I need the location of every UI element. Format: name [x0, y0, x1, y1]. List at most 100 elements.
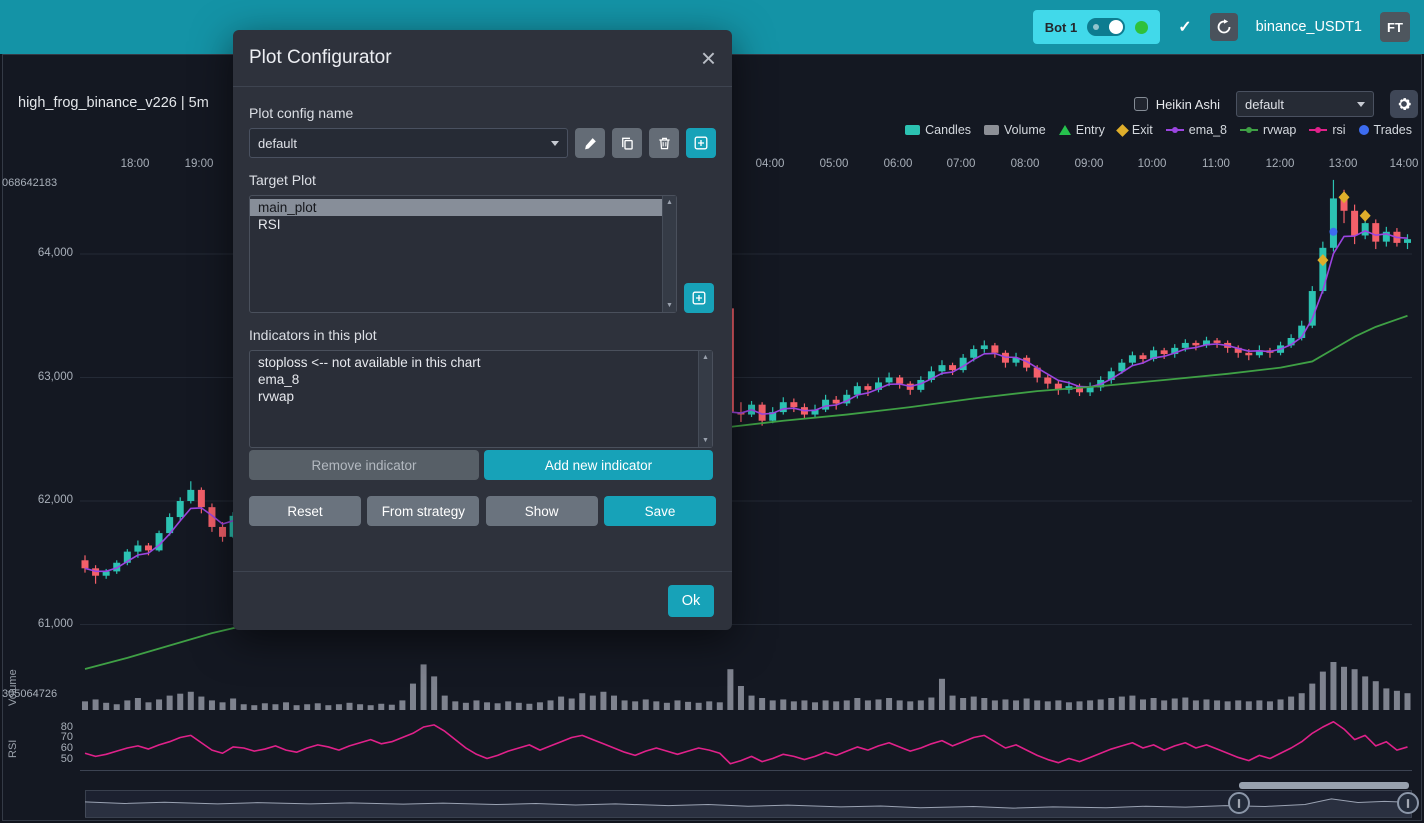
- bot-toggle[interactable]: [1087, 18, 1125, 36]
- x-axis-tick: 07:00: [947, 158, 976, 170]
- close-modal-button[interactable]: ×: [701, 45, 716, 71]
- add-new-indicator-button[interactable]: Add new indicator: [484, 450, 713, 480]
- edit-config-button[interactable]: [575, 128, 605, 158]
- indicator-item[interactable]: ema_8: [250, 371, 698, 388]
- rect-marker-icon: [984, 125, 999, 135]
- plot-config-name-select[interactable]: default: [249, 128, 568, 158]
- bot-name-label: Bot 1: [1045, 20, 1078, 35]
- axis-label-top-left: 068642183: [2, 177, 57, 189]
- legend-item-trades[interactable]: Trades: [1359, 123, 1412, 137]
- trash-icon: [657, 136, 672, 151]
- dot-part: [1315, 127, 1321, 133]
- add-target-plot-button[interactable]: [684, 283, 714, 313]
- chart-legend: Candles Volume Entry Exit ema_8 rvwap rsi Trade…: [905, 123, 1412, 137]
- dot-part: [1246, 127, 1252, 133]
- x-axis-tick: 06:00: [884, 158, 913, 170]
- add-config-button[interactable]: [686, 128, 716, 158]
- refresh-icon: [1215, 18, 1233, 36]
- copy-icon: [620, 136, 635, 151]
- target-plot-scrollbar[interactable]: ▲ ▼: [662, 196, 676, 312]
- circle-marker-icon: [1359, 125, 1369, 135]
- modal-header: Plot Configurator ×: [233, 30, 732, 87]
- legend-label: Trades: [1374, 123, 1412, 137]
- reset-button[interactable]: Reset: [249, 496, 361, 526]
- toggle-knob: [1109, 20, 1123, 34]
- plot-config-select[interactable]: default: [1236, 91, 1374, 117]
- legend-item-exit[interactable]: Exit: [1118, 123, 1153, 137]
- delete-config-button[interactable]: [649, 128, 679, 158]
- plus-square-icon: [691, 290, 707, 306]
- target-plot-item[interactable]: main_plot: [250, 199, 662, 216]
- remove-indicator-button[interactable]: Remove indicator: [249, 450, 479, 480]
- indicator-items: stoploss <-- not available in this chart…: [250, 351, 698, 447]
- heikin-ashi-checkbox[interactable]: Heikin Ashi: [1134, 97, 1220, 112]
- datazoom-scrollbar[interactable]: [1239, 782, 1409, 789]
- x-axis-tick: 08:00: [1011, 158, 1040, 170]
- target-plot-label: Target Plot: [249, 172, 716, 188]
- scroll-down-icon[interactable]: ▼: [702, 437, 709, 444]
- legend-label: ema_8: [1189, 123, 1227, 137]
- scroll-up-icon[interactable]: ▲: [666, 199, 673, 206]
- x-axis-tick: 13:00: [1329, 158, 1358, 170]
- legend-label: Entry: [1076, 123, 1105, 137]
- line-marker-icon: [1240, 125, 1258, 135]
- indicators-scrollbar[interactable]: ▲ ▼: [698, 351, 712, 447]
- legend-item-entry[interactable]: Entry: [1059, 123, 1105, 137]
- bot-instance-name[interactable]: binance_USDT1: [1256, 19, 1362, 35]
- legend-item-candles[interactable]: Candles: [905, 123, 971, 137]
- volume-pane-label: Volume: [7, 669, 19, 706]
- show-button[interactable]: Show: [486, 496, 598, 526]
- scroll-up-icon[interactable]: ▲: [702, 354, 709, 361]
- modal-title: Plot Configurator: [249, 47, 392, 69]
- legend-item-rsi[interactable]: rsi: [1309, 123, 1345, 137]
- from-strategy-button[interactable]: From strategy: [367, 496, 479, 526]
- checkbox-box[interactable]: [1134, 97, 1148, 111]
- datazoom-navigator[interactable]: [85, 790, 1412, 818]
- legend-item-volume[interactable]: Volume: [984, 123, 1046, 137]
- bot-online-indicator: [1135, 21, 1148, 34]
- ft-logo-button[interactable]: FT: [1380, 12, 1410, 42]
- legend-item-rvwap[interactable]: rvwap: [1240, 123, 1296, 137]
- y-axis-tick: 62,000: [0, 494, 73, 506]
- indicator-item[interactable]: rvwap: [250, 388, 698, 405]
- plot-settings-button[interactable]: [1390, 90, 1418, 118]
- legend-label: rsi: [1332, 123, 1345, 137]
- target-plot-item[interactable]: RSI: [250, 216, 662, 233]
- datazoom-handle-right[interactable]: ∥: [1397, 792, 1419, 814]
- y-axis-tick: 63,000: [0, 371, 73, 383]
- target-plot-items: main_plotRSI: [250, 196, 662, 312]
- scroll-down-icon[interactable]: ▼: [666, 302, 673, 309]
- x-axis-tick: 11:00: [1202, 158, 1230, 170]
- refresh-button[interactable]: [1210, 13, 1238, 41]
- modal-body: Plot config name default: [233, 87, 732, 526]
- rsi-axis-tick: 50: [0, 753, 73, 765]
- datazoom-handle-left[interactable]: ∥: [1228, 792, 1250, 814]
- x-axis-tick: 14:00: [1390, 158, 1419, 170]
- duplicate-config-button[interactable]: [612, 128, 642, 158]
- action-buttons-row: Reset From strategy Show Save: [249, 496, 716, 526]
- indicators-listbox[interactable]: stoploss <-- not available in this chart…: [249, 350, 713, 448]
- target-plot-row: main_plotRSI ▲ ▼: [249, 195, 716, 313]
- config-row: default: [249, 128, 716, 158]
- indicator-item[interactable]: stoploss <-- not available in this chart: [250, 354, 698, 371]
- save-button[interactable]: Save: [604, 496, 716, 526]
- gear-icon: [1395, 95, 1413, 113]
- chevron-down-icon: [551, 141, 559, 146]
- x-axis-tick: 04:00: [756, 158, 785, 170]
- chart-controls: Heikin Ashi default: [1134, 90, 1418, 118]
- line-marker-icon: [1309, 125, 1327, 135]
- config-name-label: Plot config name: [249, 105, 716, 121]
- y-axis-tick: 64,000: [0, 247, 73, 259]
- chevron-down-icon: [1357, 102, 1365, 107]
- modal-footer: Ok: [233, 571, 732, 630]
- line-marker-icon: [1166, 125, 1184, 135]
- bot-selector[interactable]: Bot 1: [1033, 10, 1161, 44]
- dot-part: [1172, 127, 1178, 133]
- ok-button[interactable]: Ok: [668, 585, 714, 617]
- x-axis-tick: 05:00: [820, 158, 849, 170]
- x-axis-tick: 12:00: [1266, 158, 1295, 170]
- target-plot-listbox[interactable]: main_plotRSI ▲ ▼: [249, 195, 677, 313]
- legend-label: Volume: [1004, 123, 1046, 137]
- legend-item-ema_8[interactable]: ema_8: [1166, 123, 1227, 137]
- legend-label: rvwap: [1263, 123, 1296, 137]
